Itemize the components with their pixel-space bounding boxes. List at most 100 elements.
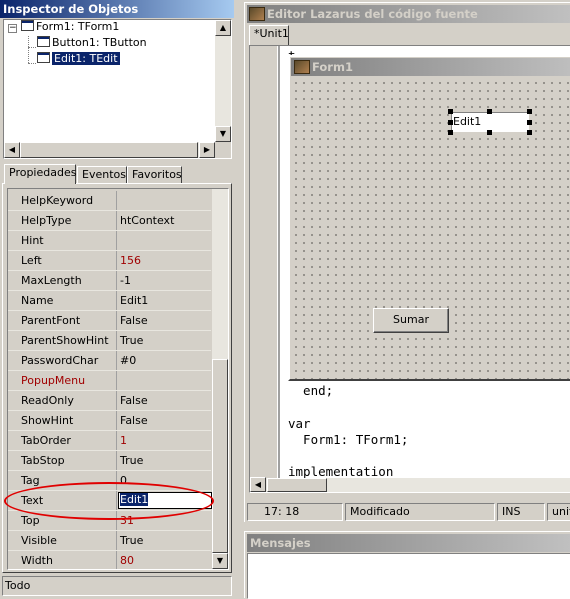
selection-handle[interactable] (487, 109, 492, 114)
property-divider[interactable] (116, 251, 117, 270)
tab-unit1[interactable]: *Unit1 (249, 25, 289, 45)
property-value[interactable]: False (120, 391, 148, 411)
tree-line (28, 36, 29, 63)
selection-handle[interactable] (527, 120, 532, 125)
property-divider[interactable] (116, 531, 117, 550)
property-divider[interactable] (116, 291, 117, 310)
form-designer-title[interactable]: Form1 (291, 58, 570, 76)
source-editor-title[interactable]: Editor Lazarus del código fuente (247, 5, 570, 23)
property-value[interactable]: True (120, 451, 143, 471)
scroll-down-icon[interactable]: ▼ (215, 126, 231, 142)
property-name: ShowHint (21, 414, 74, 427)
button-component-icon (37, 36, 50, 47)
property-row[interactable]: PopupMenu (8, 371, 211, 391)
property-value[interactable]: True (120, 331, 143, 351)
property-name: ParentFont (21, 314, 81, 327)
property-row[interactable]: ReadOnly False (8, 391, 211, 411)
property-divider[interactable] (116, 351, 117, 370)
tree-item-form1[interactable]: Form1: TForm1 (21, 19, 119, 35)
property-row[interactable]: ParentShowHint True (8, 331, 211, 351)
messages-title[interactable]: Mensajes (247, 534, 570, 552)
property-row[interactable]: HelpType htContext (8, 211, 211, 231)
scroll-left-icon[interactable]: ◀ (4, 142, 20, 158)
property-row[interactable]: Left 156 (8, 251, 211, 271)
property-divider[interactable] (116, 551, 117, 569)
collapse-icon[interactable]: − (8, 24, 17, 33)
tab-eventos[interactable]: Eventos (77, 166, 127, 184)
tree-item-label: Button1: TButton (52, 36, 147, 49)
scroll-up-icon[interactable]: ▲ (215, 20, 231, 36)
form-designer-window[interactable]: Form1 Edit1 Sumar (288, 55, 570, 381)
tree-item-label: Form1: TForm1 (36, 20, 120, 33)
property-name: ReadOnly (21, 394, 74, 407)
gutter (250, 46, 278, 492)
scroll-right-icon[interactable]: ▶ (199, 142, 215, 158)
property-divider[interactable] (116, 191, 117, 210)
tree-horizontal-scrollbar[interactable]: ◀ ▶ (4, 142, 215, 158)
code-line: end; (288, 383, 334, 398)
tree-item-button1[interactable]: Button1: TButton (37, 35, 147, 51)
property-value[interactable]: False (120, 411, 148, 431)
property-row[interactable]: ParentFont False (8, 311, 211, 331)
selection-handle[interactable] (448, 120, 453, 125)
property-name: Name (21, 294, 54, 307)
editor-horizontal-scrollbar[interactable]: ◀ (250, 477, 570, 492)
property-value[interactable]: #0 (120, 351, 136, 371)
selection-handle[interactable] (527, 109, 532, 114)
property-value[interactable]: Edit1 (120, 291, 148, 311)
property-row[interactable]: PasswordChar #0 (8, 351, 211, 371)
property-divider[interactable] (116, 391, 117, 410)
property-value[interactable]: htContext (120, 211, 174, 231)
property-divider[interactable] (116, 311, 117, 330)
inspector-footer: Todo (2, 576, 232, 596)
property-divider[interactable] (116, 431, 117, 450)
selection-handle[interactable] (448, 109, 453, 114)
property-divider[interactable] (116, 331, 117, 350)
property-divider[interactable] (116, 231, 117, 250)
property-value[interactable]: True (120, 531, 143, 551)
scroll-thumb[interactable] (267, 478, 327, 492)
property-row[interactable]: TabOrder 1 (8, 431, 211, 451)
property-row[interactable]: MaxLength -1 (8, 271, 211, 291)
property-value[interactable]: 1 (120, 431, 127, 451)
code-line: implementation (288, 464, 394, 479)
component-tree[interactable]: − Form1: TForm1 Button1: TButton Edit1: … (3, 19, 232, 159)
status-insert-mode: INS (497, 503, 545, 521)
property-value[interactable]: -1 (120, 271, 131, 291)
tab-propiedades[interactable]: Propiedades (4, 164, 76, 184)
scroll-down-icon[interactable]: ▼ (212, 553, 228, 569)
property-divider[interactable] (116, 451, 117, 470)
property-row[interactable]: Hint (8, 231, 211, 251)
scroll-thumb[interactable] (212, 359, 228, 553)
property-divider[interactable] (116, 211, 117, 230)
tree-vertical-scrollbar[interactable]: ▲ ▼ (215, 20, 231, 142)
scroll-left-icon[interactable]: ◀ (250, 477, 266, 492)
form-design-surface[interactable]: Edit1 Sumar (291, 78, 570, 379)
sumar-button[interactable]: Sumar (373, 308, 449, 333)
property-value[interactable]: 156 (120, 251, 141, 271)
property-value[interactable]: False (120, 311, 148, 331)
property-row[interactable]: Width 80 (8, 551, 211, 569)
scroll-thumb[interactable] (20, 142, 198, 158)
selection-handle[interactable] (448, 130, 453, 135)
property-name: PasswordChar (21, 354, 99, 367)
property-row[interactable]: Name Edit1 (8, 291, 211, 311)
property-row[interactable]: HelpKeyword (8, 191, 211, 211)
property-divider[interactable] (116, 271, 117, 290)
property-value[interactable]: 80 (120, 551, 134, 569)
messages-list[interactable] (247, 553, 570, 599)
selection-handle[interactable] (487, 130, 492, 135)
tab-favoritos[interactable]: Favoritos (127, 166, 182, 184)
object-inspector-title[interactable]: Inspector de Objetos (0, 0, 234, 18)
selection-handle[interactable] (527, 130, 532, 135)
tree-item-edit1[interactable]: Edit1: TEdit (37, 51, 120, 67)
property-divider[interactable] (116, 371, 117, 390)
property-row[interactable]: TabStop True (8, 451, 211, 471)
highlight-ellipse (4, 482, 214, 520)
property-divider[interactable] (116, 411, 117, 430)
property-vertical-scrollbar[interactable]: ▼ (212, 189, 228, 569)
edit1-field[interactable]: Edit1 (451, 112, 529, 132)
property-row[interactable]: ShowHint False (8, 411, 211, 431)
property-name: PopupMenu (21, 374, 86, 387)
property-row[interactable]: Visible True (8, 531, 211, 551)
